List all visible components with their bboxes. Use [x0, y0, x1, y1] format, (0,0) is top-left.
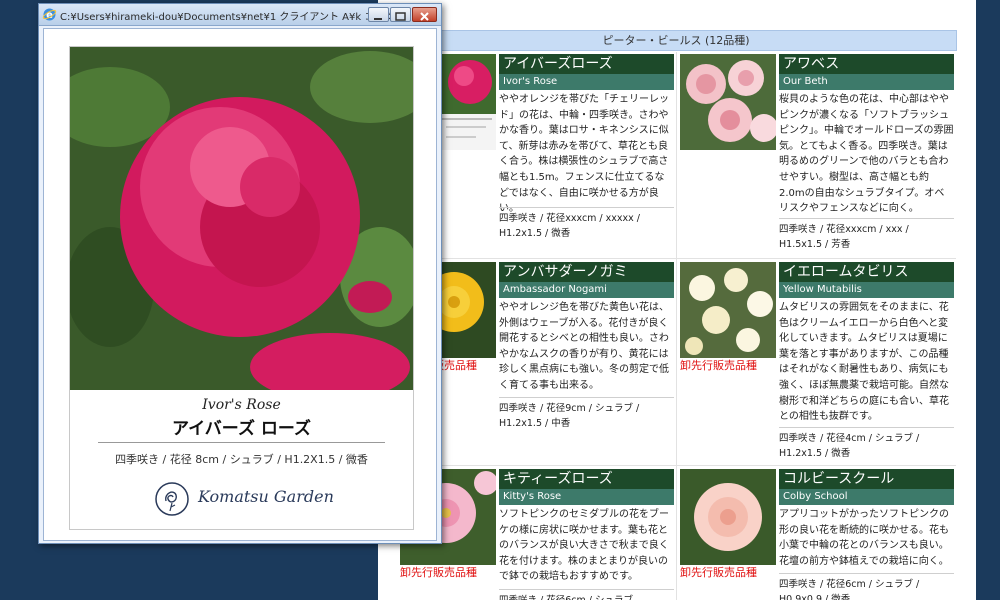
rose-photo[interactable] — [680, 262, 776, 358]
minimize-button[interactable] — [368, 7, 389, 22]
close-button[interactable] — [412, 7, 437, 22]
rose-specs: 四季咲き / 花径9cm / シュラブ / H1.2x1.5 / 中香 — [499, 397, 674, 431]
rose-photo[interactable] — [680, 469, 776, 565]
grid-divider — [396, 465, 956, 466]
rose-main-photo — [70, 47, 413, 390]
brand-name: Komatsu Garden — [198, 487, 334, 506]
rose-description: 桜貝のような色の花は、中心部はややピンクが濃くなる「ソフトブラッシュピンク」。中… — [779, 94, 954, 215]
rose-specs: 四季咲き / 花径xxxcm / xxx / H1.5x1.5 / 芳香 — [779, 218, 954, 252]
rose-name: アンバサダーノガミ — [499, 262, 674, 282]
divider — [98, 442, 385, 443]
rose-specs: 四季咲き / 花径4cm / シュラブ / H1.2x1.5 / 微香 — [779, 427, 954, 461]
rose-specs: 四季咲き / 花径 8cm / シュラブ / H1.2X1.5 / 微香 — [115, 453, 368, 466]
maximize-button[interactable] — [390, 7, 411, 22]
rose-en-name: Kitty's Rose — [499, 489, 674, 505]
rose-en-name: Ambassador Nogami — [499, 282, 674, 298]
rose-description: ソフトピンクのセミダブルの花をブーケの様に房状に咲かせます。葉も花とのバランスが… — [499, 509, 669, 583]
wholesale-tag: 卸先行販売品種 — [680, 566, 757, 579]
rose-description: アプリコットがかったソフトピンクの形の良い花を断続的に咲かせる。花も小葉で中輪の… — [779, 509, 949, 567]
ie-icon: e — [42, 8, 57, 21]
close-icon — [420, 12, 429, 21]
rose-description: ムタビリスの雰囲気をそのままに、花色はクリームイエローから白色へと変化していきま… — [779, 302, 949, 423]
popup-window[interactable]: e C:¥Users¥hirameki-dou¥Documents¥net¥1 … — [38, 3, 442, 544]
section-header: ピーター・ビールス (12品種) — [395, 30, 957, 51]
rose-name: アワベス — [779, 54, 954, 74]
rose-specs: 四季咲き / 花径6cm / シュラブ / H0.9x0.9 / 微香 — [779, 573, 954, 600]
rose-japanese-name: アイバーズ ローズ — [171, 419, 312, 439]
grid-divider — [676, 52, 677, 600]
rose-description: ややオレンジ色を帯びた黄色い花は、外側はウェーブが入る。花付きが良く開花するとシ… — [499, 302, 669, 391]
rose-description: ややオレンジを帯びた「チェリーレッド」の花は、中輪・四季咲き。さわやかな香り。葉… — [499, 94, 669, 215]
grid-divider — [396, 258, 956, 259]
window-titlebar[interactable]: e C:¥Users¥hirameki-dou¥Documents¥net¥1 … — [39, 4, 441, 26]
wholesale-tag: 卸先行販売品種 — [400, 566, 477, 579]
rose-name: イエロームタビリス — [779, 262, 954, 282]
window-title: C:¥Users¥hirameki-dou¥Documents¥net¥1 クラ… — [60, 12, 400, 23]
rose-photo[interactable] — [680, 54, 776, 150]
minimize-icon — [374, 18, 382, 20]
popup-content: Ivor's Rose アイバーズ ローズ 四季咲き / 花径 8cm / シュ… — [43, 28, 437, 541]
rose-card[interactable]: 卸先行販売品種 コルビースクール Colby School アプリコットがかった… — [678, 467, 956, 600]
rose-en-name: Colby School — [779, 489, 954, 505]
rose-specs: 四季咲き / 花径xxxcm / xxxxx / H1.2x1.5 / 微香 — [499, 207, 674, 241]
rose-name: アイバーズローズ — [499, 54, 674, 74]
rose-card[interactable]: アワベス Our Beth 桜貝のような色の花は、中心部はややピンクが濃くなる「… — [678, 52, 956, 257]
rose-en-name: Ivor's Rose — [499, 74, 674, 90]
rose-latin-name: Ivor's Rose — [202, 397, 281, 413]
rose-en-name: Our Beth — [779, 74, 954, 90]
rose-specs: 四季咲き / 花径6cm / シュラブ — [499, 589, 674, 600]
rose-name: コルビースクール — [779, 469, 954, 489]
rose-en-name: Yellow Mutabilis — [779, 282, 954, 298]
rose-card[interactable]: 卸先行販売品種 イエロームタビリス Yellow Mutabilis ムタビリス… — [678, 260, 956, 464]
maximize-icon — [395, 12, 406, 21]
rose-logo-icon — [155, 482, 189, 516]
plant-label: Ivor's Rose アイバーズ ローズ 四季咲き / 花径 8cm / シュ… — [69, 46, 414, 530]
rose-name: キティーズローズ — [499, 469, 674, 489]
wholesale-tag: 卸先行販売品種 — [680, 359, 757, 372]
